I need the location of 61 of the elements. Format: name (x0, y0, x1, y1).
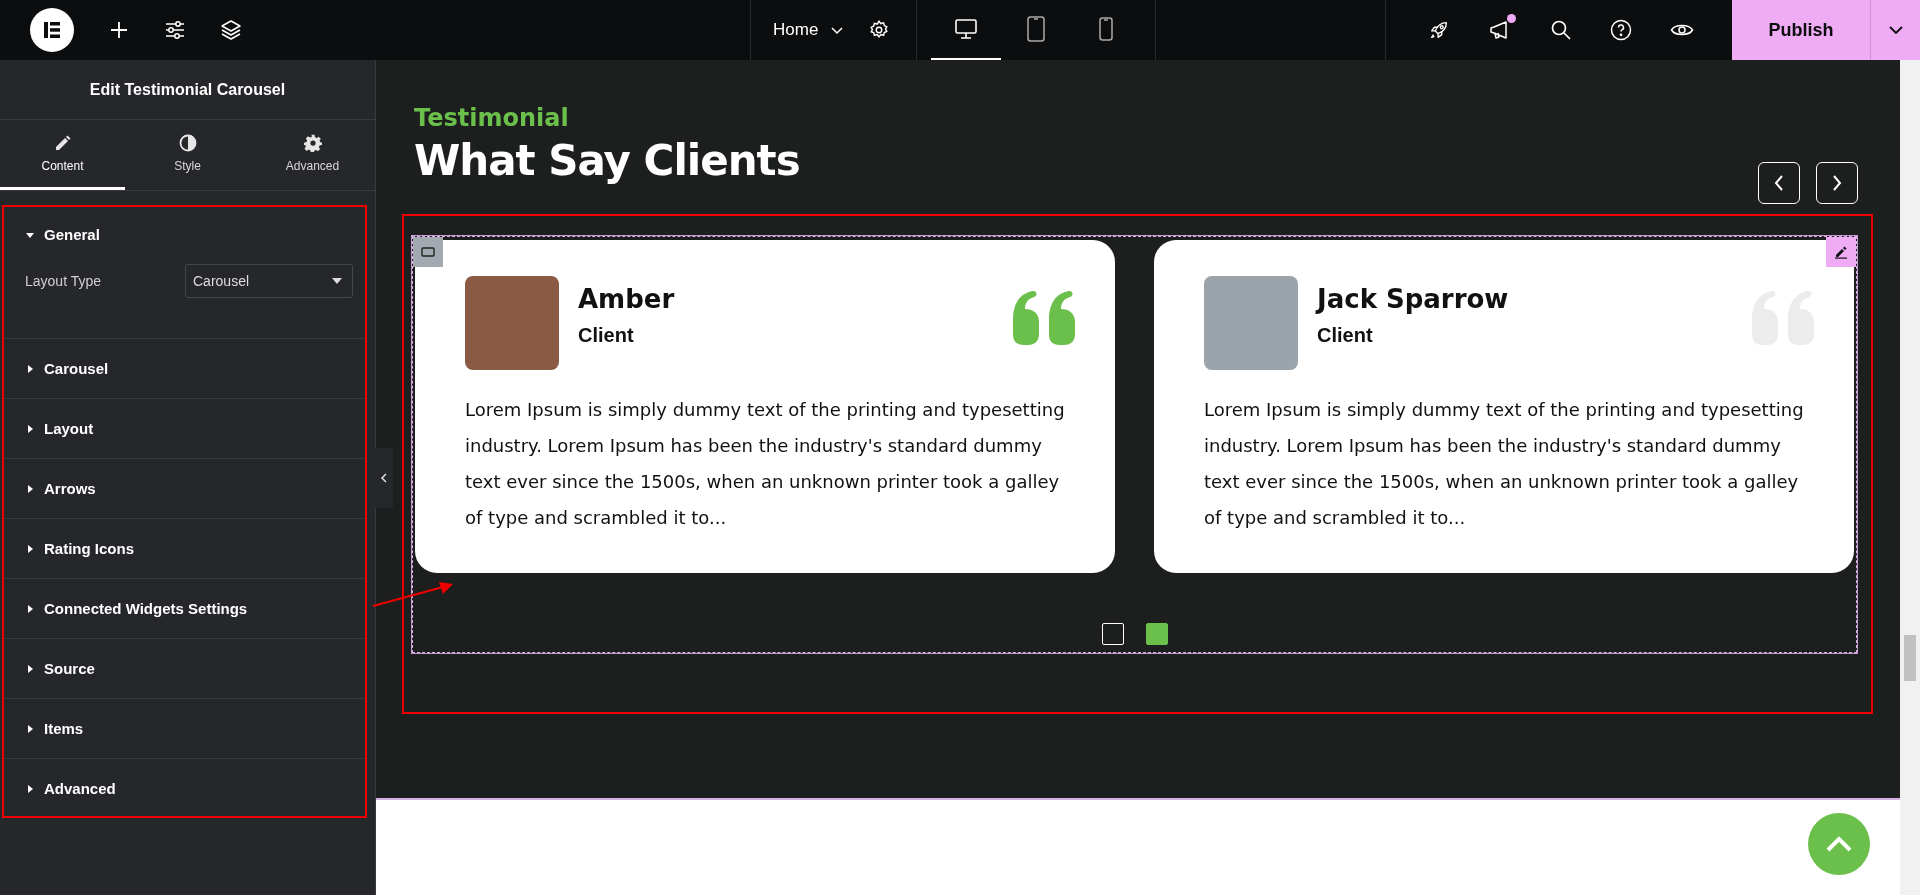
testimonial-text: Lorem Ipsum is simply dummy text of the printing and typesetting industry. Lorem Ipsum has been the industry's standard dummy text ever since the 1500s, when an unknown printer took a galley of type and scrambled it to... (1204, 398, 1805, 530)
chevron-right-icon (1831, 174, 1843, 192)
widget-handle[interactable] (413, 237, 443, 267)
section-header[interactable]: Rating Icons (2, 519, 367, 578)
next-arrow-button[interactable] (1816, 162, 1858, 204)
testimonial-text: Lorem Ipsum is simply dummy text of the printing and typesetting industry. Lorem Ipsum has been the industry's standard dummy text ever since the 1500s, when an unknown printer took a galley of type and scrambled it to... (465, 398, 1066, 530)
dropdown-triangle-icon (332, 278, 342, 284)
section-header[interactable]: Arrows (2, 459, 367, 518)
rocket-icon[interactable] (1428, 19, 1450, 41)
section-header[interactable]: Advanced (2, 759, 367, 818)
pencil-icon (1834, 245, 1848, 259)
mobile-phone-icon (1098, 17, 1115, 41)
desktop-icon (954, 18, 979, 40)
client-role: Client (1317, 324, 1374, 347)
search-icon[interactable] (1550, 19, 1572, 41)
section-eyebrow: Testimonial (414, 104, 570, 132)
panel-title: Edit Testimonial Carousel (0, 60, 375, 120)
half-circle-icon (178, 134, 197, 152)
logo-button[interactable] (30, 8, 74, 52)
collapse-panel-handle[interactable] (375, 448, 393, 508)
chevron-left-icon (1773, 174, 1785, 192)
panel-tab[interactable]: Content (0, 120, 125, 190)
scrollbar-thumb[interactable] (1904, 635, 1916, 681)
triangle-icon (26, 664, 34, 673)
triangle-icon (26, 724, 34, 733)
chevron-up-icon (1825, 835, 1853, 853)
add-icon[interactable] (108, 19, 130, 41)
client-name: Amber (578, 284, 676, 314)
field-label: Layout Type (25, 273, 102, 289)
pencil-icon (53, 134, 72, 152)
section-header[interactable]: Source (2, 639, 367, 698)
section-header[interactable]: Items (2, 699, 367, 758)
client-role: Client (578, 324, 635, 347)
panel-tab[interactable]: Advanced (250, 120, 375, 190)
tablet-icon (1026, 16, 1047, 42)
triangle-icon (26, 784, 34, 793)
sliders-icon[interactable] (164, 19, 186, 41)
triangle-icon (26, 230, 34, 239)
triangle-icon (26, 364, 34, 373)
triangle-icon (26, 604, 34, 613)
triangle-icon (26, 484, 34, 493)
section-header[interactable]: General (2, 205, 367, 264)
layers-icon[interactable] (220, 19, 242, 41)
logo-icon (42, 20, 62, 40)
section-heading: What Say Clients (414, 136, 800, 185)
gear-icon (303, 134, 322, 152)
edit-widget-button[interactable] (1826, 237, 1856, 267)
layout-type-select[interactable]: Carousel (185, 264, 353, 298)
triangle-icon (26, 544, 34, 553)
page-selector[interactable]: Home (751, 0, 869, 60)
section-header[interactable]: Layout (2, 399, 367, 458)
previous-arrow-button[interactable] (1758, 162, 1800, 204)
triangle-icon (26, 424, 34, 433)
help-icon[interactable] (1610, 19, 1632, 41)
chevron-left-icon (380, 473, 388, 483)
section-header[interactable]: Connected Widgets Settings (2, 579, 367, 638)
rectangle-icon (421, 247, 435, 257)
client-name: Jack Sparrow (1317, 284, 1510, 314)
panel-tab[interactable]: Style (125, 120, 250, 190)
section-header[interactable]: Carousel (2, 339, 367, 398)
publish-button[interactable]: Publish (1732, 0, 1870, 60)
